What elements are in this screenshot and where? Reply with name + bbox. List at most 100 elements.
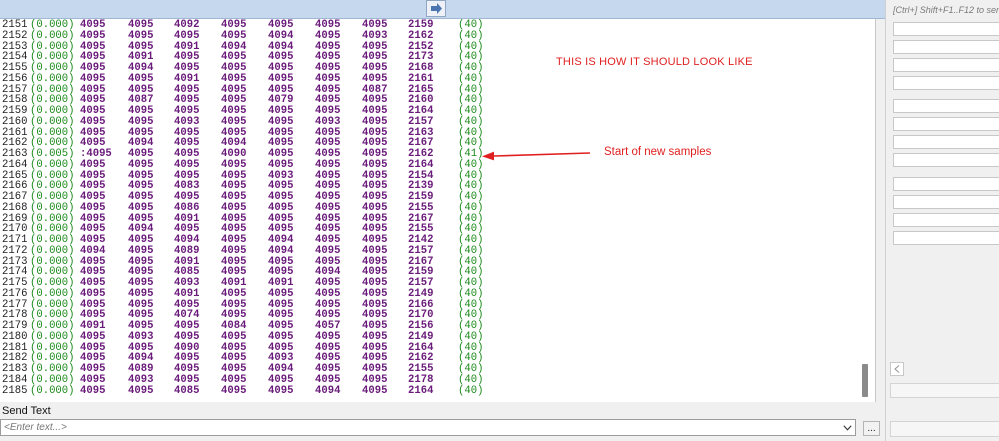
sample-value: 4095 bbox=[80, 373, 106, 386]
sample-value: 4095 bbox=[362, 158, 388, 171]
sample-value: 4093 bbox=[315, 115, 341, 128]
send-text-label: Send Text bbox=[2, 405, 51, 417]
sample-count: (40) bbox=[458, 373, 484, 386]
sample-value: 4095 bbox=[268, 287, 294, 300]
sample-value: 4095 bbox=[80, 29, 106, 42]
sample-value: 4095 bbox=[268, 72, 294, 85]
sample-count: (40) bbox=[458, 201, 484, 214]
sample-value: 4095 bbox=[174, 29, 200, 42]
sample-value: 4095 bbox=[362, 384, 388, 397]
macro-field[interactable] bbox=[893, 231, 999, 245]
sample-value: 4095 bbox=[362, 330, 388, 343]
top-toolbar bbox=[0, 0, 885, 19]
sample-value: 4095 bbox=[362, 287, 388, 300]
sample-count: (40) bbox=[458, 72, 484, 85]
line-timestamp: (0.000) bbox=[30, 72, 75, 85]
sample-value: 4094 bbox=[268, 29, 294, 42]
scroll-left-button[interactable] bbox=[890, 362, 904, 376]
sample-count: (40) bbox=[458, 384, 484, 397]
sample-count: (40) bbox=[458, 244, 484, 257]
line-timestamp: (0.000) bbox=[30, 158, 75, 171]
sample-count: (40) bbox=[458, 330, 484, 343]
sample-value: 4094 bbox=[268, 244, 294, 257]
sample-value: 4095 bbox=[221, 287, 247, 300]
sample-count: (40) bbox=[458, 115, 484, 128]
macro-field[interactable] bbox=[893, 213, 999, 227]
sample-value: 2149 bbox=[408, 287, 434, 300]
sample-value: 4095 bbox=[174, 330, 200, 343]
sample-value: 2157 bbox=[408, 244, 434, 257]
sample-value: 4095 bbox=[268, 330, 294, 343]
vertical-scrollbar-thumb[interactable] bbox=[862, 364, 868, 397]
line-index: 2172 bbox=[2, 244, 28, 257]
sample-value: 4095 bbox=[80, 72, 106, 85]
status-field bbox=[890, 383, 999, 398]
macro-field[interactable] bbox=[893, 99, 999, 113]
macro-field[interactable] bbox=[893, 117, 999, 131]
sample-value: 4095 bbox=[128, 72, 154, 85]
macro-field[interactable] bbox=[893, 135, 999, 149]
terminal-output[interactable]: 2151 (0.000) 4095 4095 4092 4095 4095 4095 4095 2… bbox=[0, 19, 876, 402]
send-arrow-button[interactable] bbox=[426, 0, 446, 17]
annotation-arrow-icon bbox=[482, 151, 591, 161]
line-index: 2184 bbox=[2, 373, 28, 386]
sample-value: 4095 bbox=[80, 330, 106, 343]
sample-value: 4095 bbox=[362, 201, 388, 214]
line-timestamp: (0.000) bbox=[30, 115, 75, 128]
sample-value: 2164 bbox=[408, 384, 434, 397]
sample-value: 4095 bbox=[315, 201, 341, 214]
sample-value: 4095 bbox=[128, 115, 154, 128]
macro-field[interactable] bbox=[893, 22, 999, 36]
sample-value: 4091 bbox=[174, 287, 200, 300]
arrow-right-icon bbox=[431, 3, 442, 14]
sample-value: 4095 bbox=[80, 287, 106, 300]
line-index: 2160 bbox=[2, 115, 28, 128]
sample-value: 4094 bbox=[80, 244, 106, 257]
send-text-combobox[interactable] bbox=[0, 419, 856, 436]
sample-value: 4095 bbox=[174, 373, 200, 386]
sample-value: 4089 bbox=[174, 244, 200, 257]
sample-value: 4095 bbox=[221, 115, 247, 128]
sample-value: 4095 bbox=[128, 287, 154, 300]
sample-value: 4094 bbox=[315, 384, 341, 397]
sample-value: 4095 bbox=[221, 29, 247, 42]
sample-value: 2149 bbox=[408, 330, 434, 343]
sample-value: 4095 bbox=[221, 330, 247, 343]
sample-value: 4095 bbox=[315, 287, 341, 300]
macro-field[interactable] bbox=[893, 40, 999, 54]
sample-value: 4095 bbox=[221, 384, 247, 397]
macro-field[interactable] bbox=[893, 177, 999, 191]
line-index: 2164 bbox=[2, 158, 28, 171]
sample-value: 2161 bbox=[408, 72, 434, 85]
line-index: 2180 bbox=[2, 330, 28, 343]
line-index: 2185 bbox=[2, 384, 28, 397]
line-timestamp: (0.000) bbox=[30, 201, 75, 214]
sample-value: 4095 bbox=[315, 72, 341, 85]
sample-value: 4095 bbox=[221, 244, 247, 257]
sample-value: 4095 bbox=[128, 384, 154, 397]
sample-value: 2178 bbox=[408, 373, 434, 386]
macro-hint: [Ctrl+] Shift+F1..F12 to send bbox=[893, 5, 999, 15]
line-timestamp: (0.000) bbox=[30, 384, 75, 397]
sample-value: 2155 bbox=[408, 201, 434, 214]
line-index: 2176 bbox=[2, 287, 28, 300]
sample-value: 4095 bbox=[128, 29, 154, 42]
sample-value: 4095 bbox=[221, 72, 247, 85]
send-history-dropdown[interactable] bbox=[840, 421, 854, 434]
status-field bbox=[890, 421, 999, 437]
macro-field[interactable] bbox=[893, 153, 999, 167]
macro-field[interactable] bbox=[893, 58, 999, 72]
send-text-input[interactable] bbox=[1, 420, 842, 435]
macro-field[interactable] bbox=[893, 76, 999, 90]
macro-field[interactable] bbox=[893, 195, 999, 209]
annotation-pointer-label: Start of new samples bbox=[604, 146, 712, 158]
sample-value: 4093 bbox=[128, 373, 154, 386]
annotation-heading: THIS IS HOW IT SHOULD LOOK LIKE bbox=[556, 56, 753, 68]
line-timestamp: (0.000) bbox=[30, 330, 75, 343]
sample-value: 4095 bbox=[362, 115, 388, 128]
sample-value: 4095 bbox=[174, 158, 200, 171]
sample-count: (40) bbox=[458, 287, 484, 300]
send-options-button[interactable]: ... bbox=[863, 421, 880, 436]
macro-panel: [Ctrl+] Shift+F1..F12 to send bbox=[885, 0, 999, 441]
chevron-left-icon bbox=[894, 365, 900, 373]
